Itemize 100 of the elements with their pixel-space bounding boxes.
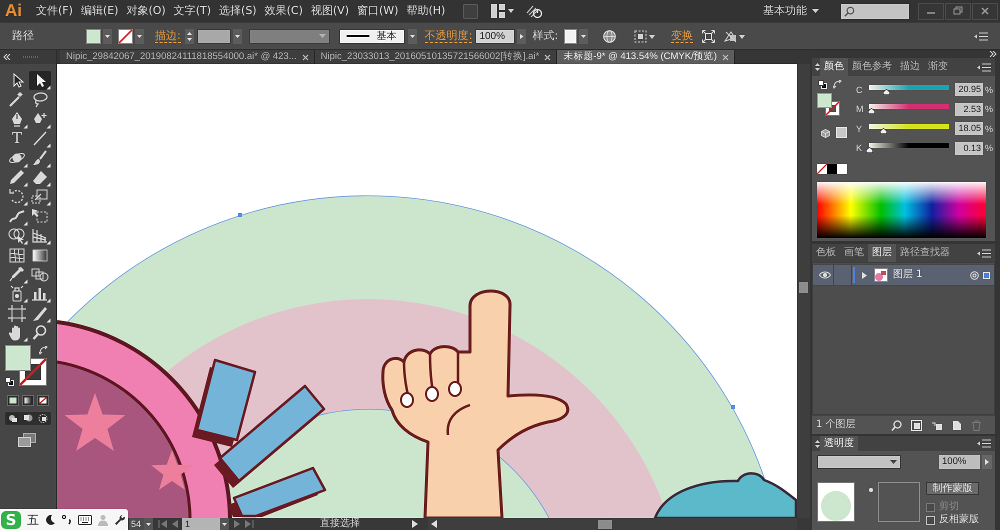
expand-icon[interactable] bbox=[989, 51, 997, 57]
selection-indicator-icon[interactable] bbox=[983, 272, 990, 278]
opacity-link[interactable]: 不透明度: bbox=[424, 29, 472, 43]
type-tool-button[interactable]: T bbox=[6, 129, 28, 148]
panel-menu-icon[interactable] bbox=[977, 62, 991, 72]
input-mode-label[interactable]: 五 bbox=[27, 512, 39, 526]
scrollbar-thumb[interactable] bbox=[598, 520, 612, 528]
panel-menu-icon[interactable] bbox=[977, 439, 991, 448]
search-field[interactable] bbox=[841, 4, 909, 18]
slider-thumb[interactable] bbox=[868, 108, 876, 114]
slider-thumb[interactable] bbox=[866, 147, 874, 154]
menu-item[interactable]: 效果(C) bbox=[260, 3, 307, 19]
make-mask-button[interactable]: 制作蒙版 bbox=[926, 482, 979, 495]
cube-icon[interactable] bbox=[821, 129, 830, 138]
visibility-toggle[interactable] bbox=[816, 265, 834, 285]
caret-icon[interactable] bbox=[408, 28, 417, 44]
panel-tab[interactable]: 色板 bbox=[812, 244, 840, 262]
page-field[interactable]: 1 bbox=[182, 518, 220, 530]
panel-tab[interactable]: 颜色 bbox=[820, 58, 848, 76]
fill-swatch[interactable] bbox=[817, 93, 832, 108]
caret-icon[interactable] bbox=[812, 9, 819, 13]
wrench-icon[interactable] bbox=[114, 514, 126, 526]
tile-icon[interactable] bbox=[463, 4, 478, 18]
hand-icon[interactable] bbox=[6, 323, 28, 342]
chevron-icon[interactable] bbox=[815, 440, 820, 448]
arrow-right-icon[interactable] bbox=[517, 28, 526, 44]
gradient-mode-icon[interactable] bbox=[22, 395, 34, 406]
default-colors-icon[interactable] bbox=[5, 377, 14, 386]
swatch-icon[interactable] bbox=[827, 164, 837, 174]
swap-icon[interactable] bbox=[39, 346, 48, 356]
zoom-field[interactable]: 54 bbox=[129, 518, 144, 530]
menu-item[interactable]: 帮助(H) bbox=[402, 3, 450, 19]
clipping-mask-icon[interactable] bbox=[911, 420, 922, 430]
value-field[interactable]: 0.13 bbox=[955, 142, 983, 155]
variable-width-field[interactable] bbox=[248, 28, 330, 44]
link-dot-icon[interactable] bbox=[869, 488, 873, 492]
slider-track[interactable] bbox=[866, 104, 952, 114]
document-tab[interactable]: Nipic_29842067_20190824111818554000.ai* @ 423... bbox=[60, 50, 315, 64]
moon-icon[interactable] bbox=[44, 514, 56, 526]
scale-icon[interactable] bbox=[29, 187, 51, 206]
close-icon[interactable] bbox=[302, 54, 309, 60]
menu-item[interactable]: 视图(V) bbox=[306, 3, 353, 19]
none-mode-icon[interactable] bbox=[37, 395, 49, 406]
draw-behind-icon[interactable] bbox=[22, 413, 34, 424]
caret-icon[interactable] bbox=[220, 518, 229, 530]
none-swatch-icon[interactable] bbox=[817, 164, 827, 174]
arrow-right-icon[interactable] bbox=[982, 454, 992, 468]
locate-icon[interactable] bbox=[891, 420, 902, 430]
stroke-weight-field[interactable] bbox=[196, 28, 231, 44]
value-field[interactable]: 2.53 bbox=[955, 102, 983, 116]
caret-icon[interactable] bbox=[890, 460, 897, 464]
swap-icon[interactable] bbox=[833, 80, 842, 89]
default-colors-icon[interactable] bbox=[818, 80, 827, 89]
punctuation-icon[interactable] bbox=[61, 514, 73, 526]
panel-tab[interactable]: 图层 bbox=[868, 244, 896, 262]
swatch-icon[interactable] bbox=[837, 164, 847, 174]
menu-item[interactable]: 对象(O) bbox=[122, 3, 170, 19]
panel-tab[interactable]: 透明度 bbox=[820, 436, 858, 451]
target-icon[interactable] bbox=[970, 270, 979, 280]
spinner-icon[interactable] bbox=[184, 28, 194, 44]
new-layer-icon[interactable] bbox=[951, 420, 962, 430]
restore-icon[interactable] bbox=[945, 2, 971, 20]
opacity-field[interactable]: 100% bbox=[475, 28, 516, 44]
power-icon[interactable] bbox=[525, 3, 544, 19]
grip-icon[interactable] bbox=[23, 56, 39, 58]
panel-tab[interactable]: 颜色参考 bbox=[848, 58, 896, 76]
layer-row[interactable]: 图层 1 bbox=[813, 264, 994, 286]
last-page-icon[interactable] bbox=[244, 520, 254, 528]
stroke-profile-dropdown[interactable]: 基本 bbox=[338, 28, 405, 44]
menu-item[interactable]: 窗口(W) bbox=[352, 3, 402, 19]
shape-builder-icon[interactable] bbox=[6, 226, 28, 246]
mask-thumbnail[interactable] bbox=[878, 482, 920, 522]
caret-icon[interactable] bbox=[144, 518, 153, 530]
vertical-scrollbar[interactable] bbox=[797, 64, 810, 518]
layout-grid-icon[interactable] bbox=[491, 4, 516, 18]
eye-icon[interactable] bbox=[818, 271, 830, 279]
screen-mode-icon[interactable] bbox=[18, 433, 36, 448]
menu-item[interactable]: 选择(S) bbox=[215, 3, 261, 19]
stroke-none-swatch-icon[interactable] bbox=[118, 28, 133, 44]
previous-page-icon[interactable] bbox=[171, 520, 179, 528]
panel-tab[interactable]: 渐变 bbox=[924, 58, 952, 76]
draw-inside-icon[interactable] bbox=[37, 413, 49, 424]
collapse-icon[interactable] bbox=[3, 54, 11, 60]
arrow-right-icon[interactable] bbox=[412, 520, 418, 528]
panel-menu-icon[interactable] bbox=[977, 248, 991, 258]
panel-tab[interactable]: 路径查找器 bbox=[896, 244, 954, 262]
keyboard-icon[interactable] bbox=[78, 514, 92, 524]
checkbox[interactable] bbox=[926, 516, 935, 524]
value-field[interactable]: 20.95 bbox=[955, 83, 983, 96]
arrow-left-icon[interactable] bbox=[431, 520, 437, 528]
artboard-icon[interactable] bbox=[6, 304, 28, 323]
dashed-select-icon[interactable] bbox=[634, 30, 656, 42]
close-icon[interactable] bbox=[972, 2, 998, 20]
draw-normal-icon[interactable] bbox=[7, 413, 19, 424]
panel-tab[interactable]: 画笔 bbox=[840, 244, 868, 262]
style-swatch[interactable] bbox=[564, 28, 578, 44]
object-thumbnail[interactable] bbox=[817, 482, 855, 522]
blend-mode-dropdown[interactable] bbox=[817, 454, 901, 468]
first-page-icon[interactable] bbox=[158, 520, 168, 528]
checkbox-label[interactable]: 反相蒙版 bbox=[939, 514, 979, 526]
